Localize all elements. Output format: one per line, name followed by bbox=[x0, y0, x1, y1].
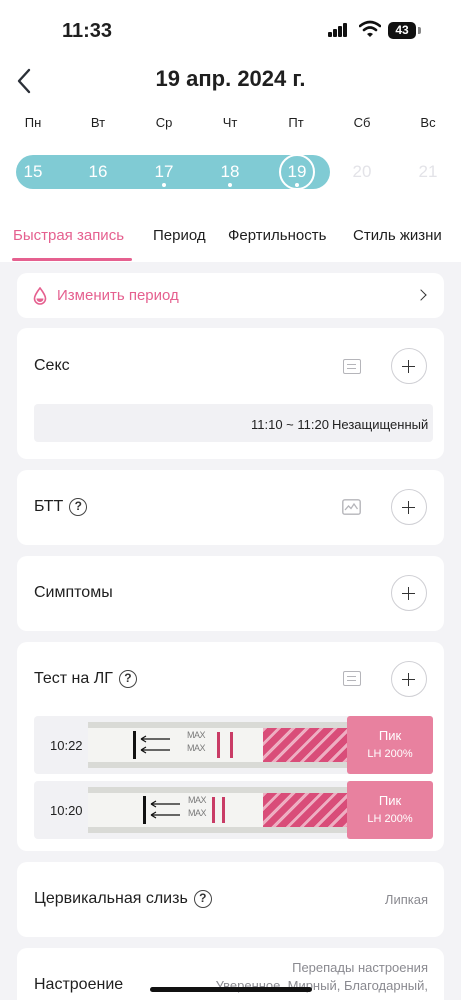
cervical-mucus-title: Цервикальная слизь? bbox=[34, 890, 212, 908]
help-icon[interactable]: ? bbox=[118, 670, 137, 688]
arrow-left-icon bbox=[140, 735, 170, 743]
lh-test-strip-image: MAX MAX bbox=[88, 722, 348, 768]
weekday-sun: Вс bbox=[420, 115, 436, 130]
add-lh-test-button[interactable] bbox=[391, 661, 427, 697]
lh-result: Пик bbox=[378, 793, 402, 808]
arrow-left-icon bbox=[150, 811, 180, 819]
help-icon[interactable]: ? bbox=[193, 890, 212, 908]
strip-max-label: MAX bbox=[187, 795, 207, 805]
arrow-left-icon bbox=[150, 800, 180, 808]
cervical-mucus-title-text: Цервикальная слизь bbox=[34, 890, 188, 908]
weekday-fri: Пт bbox=[288, 115, 304, 130]
mood-card[interactable]: Настроение Перепады настроения Уверенное… bbox=[17, 948, 444, 1000]
signal-icon bbox=[328, 23, 348, 37]
add-btt-button[interactable] bbox=[391, 489, 427, 525]
note-icon[interactable] bbox=[343, 359, 361, 374]
cervical-mucus-value: Липкая bbox=[384, 892, 428, 907]
battery-icon: 43 bbox=[388, 22, 416, 39]
btt-title-text: БТТ bbox=[34, 498, 64, 516]
strip-max-label: MAX bbox=[187, 808, 207, 818]
chart-icon[interactable] bbox=[342, 499, 361, 515]
strip-max-label: MAX bbox=[186, 743, 206, 753]
lh-test-strip-image: MAX MAX bbox=[88, 787, 348, 833]
change-period-label: Изменить период bbox=[57, 287, 179, 304]
weekday-mon: Пн bbox=[24, 115, 42, 130]
lh-test-title: Тест на ЛГ? bbox=[34, 670, 137, 688]
lh-test-title-text: Тест на ЛГ bbox=[34, 670, 113, 688]
day-21[interactable]: 21 bbox=[408, 160, 448, 186]
day-16[interactable]: 16 bbox=[78, 160, 118, 186]
btt-title: БТТ? bbox=[34, 498, 88, 516]
mood-value-line1: Перепады настроения bbox=[292, 960, 428, 975]
add-sex-button[interactable] bbox=[391, 348, 427, 384]
mood-title: Настроение bbox=[34, 976, 124, 993]
btt-card: БТТ? bbox=[17, 470, 444, 545]
lh-entry-time: 10:20 bbox=[50, 803, 83, 818]
status-time: 11:33 bbox=[62, 20, 113, 42]
battery-tip bbox=[418, 27, 421, 34]
top-panel: 11:33 43 19 апр. 2024 г. Пн Вт Ср Чт Пт … bbox=[0, 0, 461, 262]
day-15[interactable]: 15 bbox=[13, 160, 53, 186]
record-dot bbox=[228, 183, 232, 187]
lh-value: LH 200% bbox=[367, 813, 413, 825]
tab-quick-entry[interactable]: Быстрая запись bbox=[13, 227, 124, 244]
symptoms-title: Симптомы bbox=[34, 584, 113, 601]
lh-peak-badge: Пик LH 200% bbox=[347, 781, 433, 839]
tab-period[interactable]: Период bbox=[153, 227, 206, 244]
cervical-mucus-card[interactable]: Цервикальная слизь? Липкая bbox=[17, 862, 444, 937]
sex-title: Секс bbox=[34, 357, 70, 374]
note-icon[interactable] bbox=[343, 671, 361, 686]
tab-lifestyle[interactable]: Стиль жизни bbox=[353, 227, 442, 244]
sex-entry-row[interactable]: 11:10 ~ 11:20 Незащищенный bbox=[34, 404, 433, 442]
sex-entry-time: 11:10 ~ 11:20 bbox=[251, 417, 329, 432]
wifi-icon bbox=[359, 20, 381, 37]
day-20[interactable]: 20 bbox=[342, 160, 382, 186]
sex-entry-type: Незащищенный bbox=[332, 417, 429, 432]
weekday-sat: Сб bbox=[353, 115, 371, 130]
weekday-thu: Чт bbox=[222, 115, 238, 130]
weekday-wed: Ср bbox=[155, 115, 173, 130]
change-period-row[interactable]: Изменить период bbox=[17, 273, 444, 318]
lh-peak-badge: Пик LH 200% bbox=[347, 716, 433, 774]
strip-max-label: MAX bbox=[186, 730, 206, 740]
help-icon[interactable]: ? bbox=[69, 498, 88, 516]
arrow-left-icon bbox=[140, 746, 170, 754]
record-dot bbox=[295, 183, 299, 187]
add-symptoms-button[interactable] bbox=[391, 575, 427, 611]
home-indicator[interactable] bbox=[150, 987, 312, 992]
drop-icon bbox=[33, 287, 47, 305]
chevron-right-icon bbox=[415, 289, 427, 301]
tab-fertility[interactable]: Фертильность bbox=[228, 227, 326, 244]
lh-result: Пик bbox=[378, 728, 402, 743]
symptoms-card: Симптомы bbox=[17, 556, 444, 631]
status-bar: 11:33 43 bbox=[0, 0, 461, 58]
lh-entry-time: 10:22 bbox=[50, 738, 83, 753]
weekday-tue: Вт bbox=[90, 115, 106, 130]
record-dot bbox=[162, 183, 166, 187]
page-title: 19 апр. 2024 г. bbox=[155, 66, 306, 91]
lh-value: LH 200% bbox=[367, 748, 413, 760]
active-tab-indicator bbox=[12, 258, 132, 261]
